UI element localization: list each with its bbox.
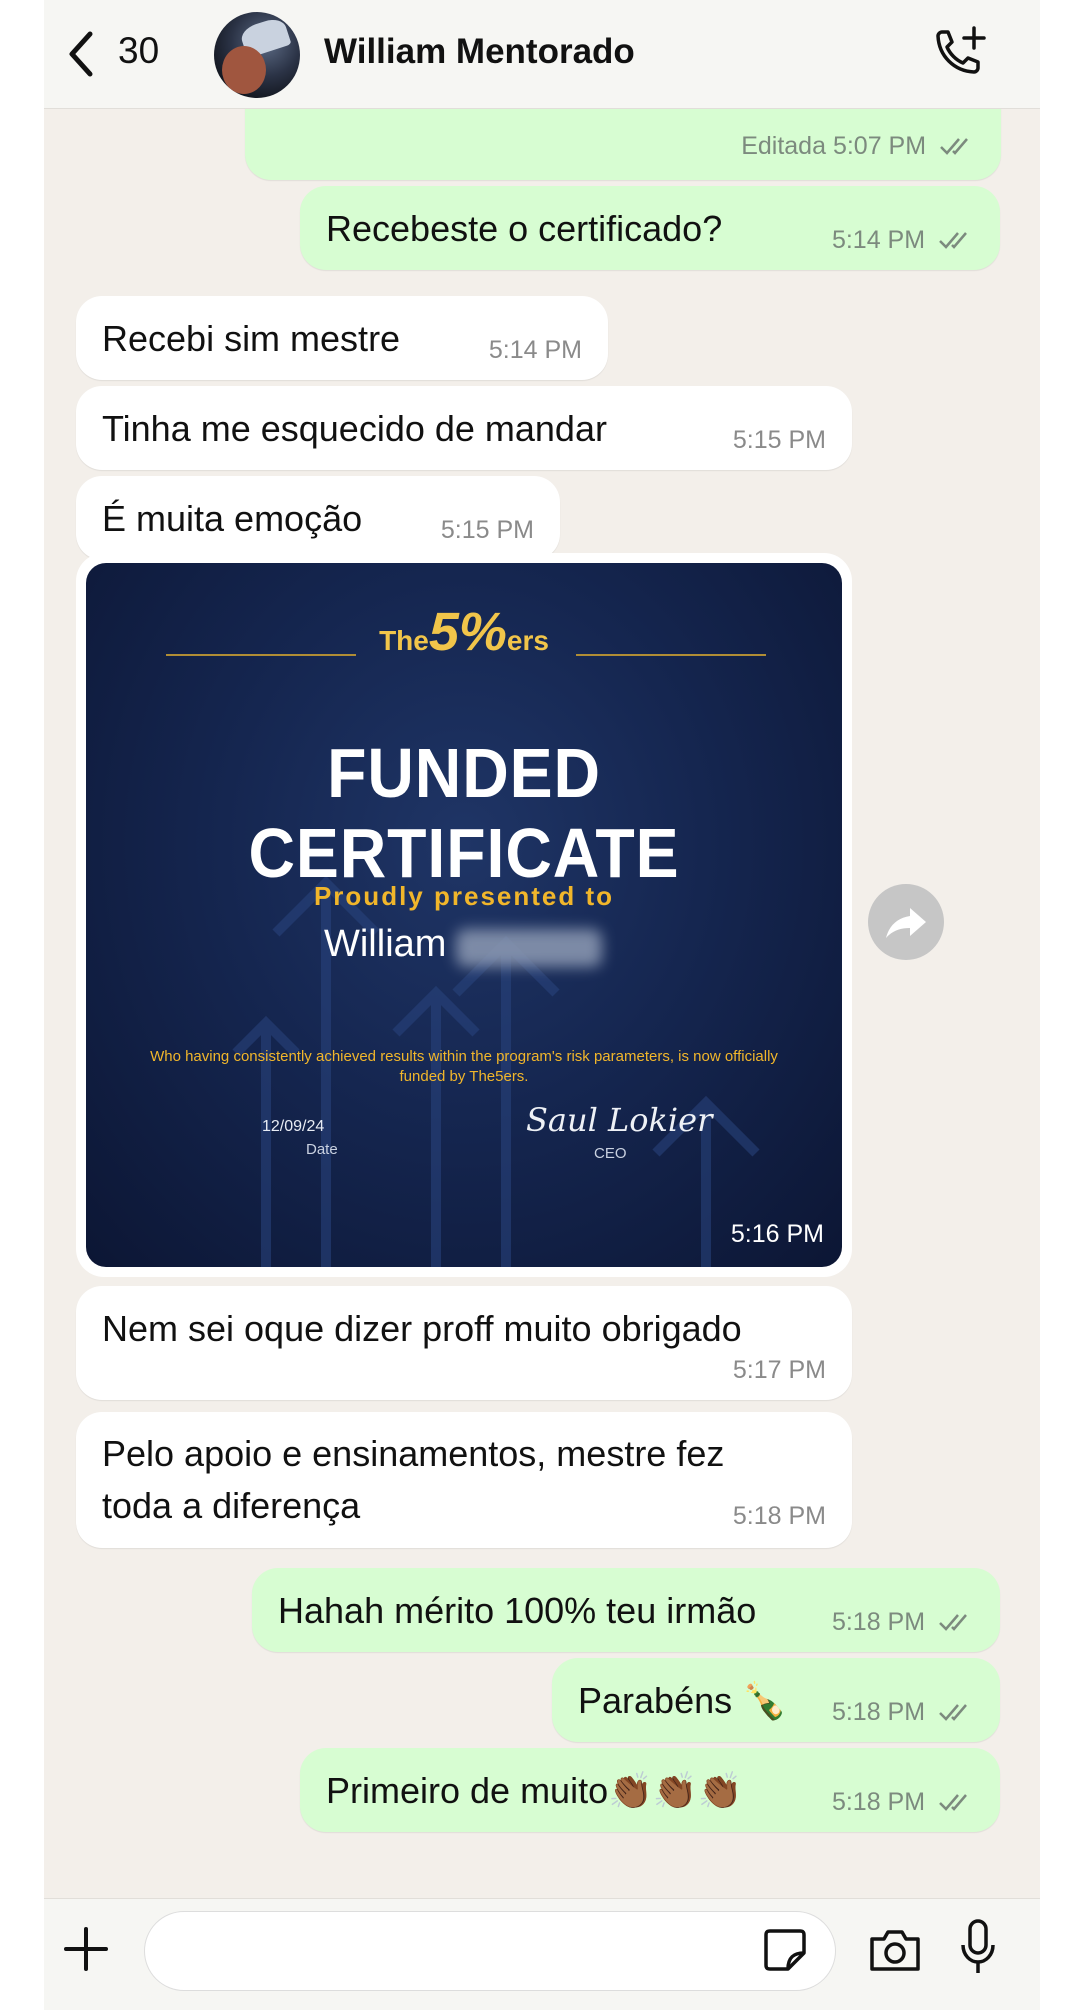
back-chevron-icon[interactable] [60, 26, 104, 82]
chat-screen: Editada 5:07 PM Recebeste o certificado?… [44, 0, 1040, 2010]
message-text: Primeiro de muito👏🏾👏🏾👏🏾 [326, 1770, 743, 1811]
message-time: 5:16 PM [730, 1220, 824, 1248]
message-bubble[interactable]: Recebi sim mestre 5:14 PM [76, 296, 608, 380]
image-message[interactable]: The5%ers FUNDED CERTIFICATE Proudly pres… [76, 553, 852, 1277]
message-text: Hahah mérito 100% teu irmão [278, 1590, 757, 1631]
signer-title: CEO [594, 1145, 627, 1162]
message-time: 5:18 PM [831, 1608, 926, 1636]
message-bubble[interactable]: Tinha me esquecido de mandar 5:15 PM [76, 386, 852, 470]
add-call-icon[interactable] [924, 20, 992, 88]
message-bubble[interactable]: Hahah mérito 100% teu irmão 5:18 PM [252, 1568, 1000, 1652]
message-text: Pelo apoio e ensinamentos, mestre fez to… [102, 1433, 725, 1526]
certificate-image[interactable]: The5%ers FUNDED CERTIFICATE Proudly pres… [86, 563, 842, 1267]
message-bubble[interactable]: Primeiro de muito👏🏾👏🏾👏🏾 5:18 PM [300, 1748, 1000, 1832]
brand-logo: The5%ers [379, 602, 549, 662]
blurred-surname [456, 929, 602, 967]
message-text: Recebi sim mestre [102, 318, 401, 359]
message-text: Recebeste o certificado? [326, 208, 723, 249]
microphone-icon[interactable] [958, 1917, 998, 1979]
message-time: 5:15 PM [732, 426, 826, 454]
message-text: Parabéns 🍾 [578, 1680, 787, 1721]
presented-label: Proudly presented to [313, 881, 615, 911]
forward-button[interactable] [868, 884, 944, 960]
message-bubble[interactable]: Recebeste o certificado? 5:14 PM [300, 186, 1000, 270]
forward-icon [886, 908, 926, 938]
message-bubble[interactable]: Parabéns 🍾 5:18 PM [552, 1658, 1000, 1742]
read-ticks-icon [939, 1794, 967, 1811]
message-time: 5:18 PM [732, 1502, 826, 1530]
arrows-background [232, 875, 760, 1267]
message-text: É muita emoção [102, 498, 363, 539]
read-ticks-icon [939, 1614, 967, 1631]
message-time: 5:14 PM [831, 226, 926, 254]
message-text: Nem sei oque dizer proff muito obrigado [102, 1308, 742, 1349]
contact-name[interactable]: William Mentorado [324, 32, 635, 72]
message-time: 5:18 PM [831, 1788, 926, 1816]
message-time: 5:14 PM [488, 336, 582, 364]
message-time: 5:17 PM [732, 1356, 826, 1384]
unread-count[interactable]: 30 [118, 30, 159, 72]
plus-icon[interactable] [60, 1923, 112, 1975]
date-label: Date [306, 1141, 338, 1158]
message-bubble[interactable]: É muita emoção 5:15 PM [76, 476, 560, 560]
message-time: 5:07 PM [832, 132, 927, 160]
read-ticks-icon [939, 1704, 967, 1721]
certificate-date: 12/09/24 [262, 1118, 325, 1135]
message-time: 5:18 PM [831, 1698, 926, 1726]
message-input[interactable] [144, 1911, 836, 1991]
read-ticks-icon [939, 232, 967, 249]
edited-label: Editada [741, 132, 826, 160]
avatar[interactable] [214, 12, 300, 98]
message-bubble[interactable]: Pelo apoio e ensinamentos, mestre fez to… [76, 1412, 852, 1548]
camera-icon[interactable] [866, 1925, 924, 1975]
sticker-icon[interactable] [760, 1925, 810, 1975]
message-bubble[interactable]: Nem sei oque dizer proff muito obrigado … [76, 1286, 852, 1400]
composer-bar [44, 1898, 1040, 2010]
signature: Saul Lokier [526, 1101, 713, 1139]
message-text: Tinha me esquecido de mandar [102, 408, 607, 449]
message-time: 5:15 PM [440, 516, 534, 544]
read-ticks-icon [940, 138, 968, 155]
certificate-title: FUNDED CERTIFICATE [248, 734, 680, 892]
chat-header: 30 William Mentorado [44, 0, 1040, 109]
certificate-body: Who having consistently achieved results… [150, 1048, 778, 1085]
recipient-name: William [324, 923, 447, 965]
